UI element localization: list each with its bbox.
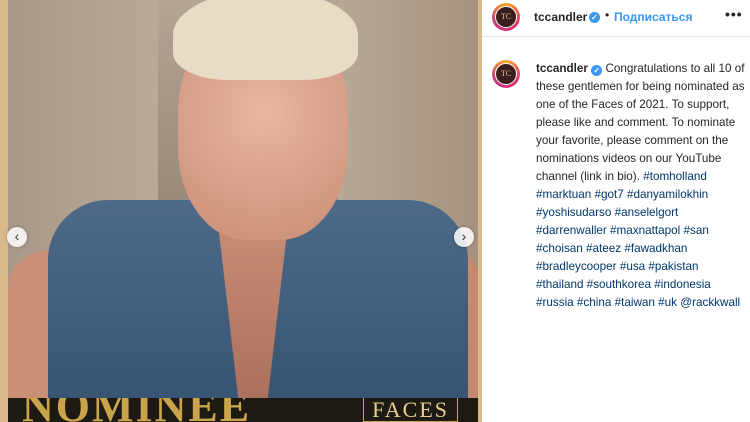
carousel-prev-button[interactable]: ‹ [7, 227, 27, 247]
caption-text: Congratulations to all 10 of these gentl… [536, 62, 745, 183]
post-media[interactable]: NOMINEE FACES ‹ › [0, 0, 482, 422]
post-header: TC tccandler ✓ • Подписаться ••• [482, 0, 750, 37]
follow-button[interactable]: Подписаться [614, 10, 692, 24]
separator-dot: • [605, 8, 610, 22]
post-photo [8, 0, 478, 422]
banner-faces-text: FACES [363, 398, 458, 422]
caption-verified-icon: ✓ [591, 65, 603, 76]
caption-text-block: tccandler ✓ Congratulations to all 10 of… [536, 60, 746, 312]
header-username[interactable]: tccandler [534, 10, 587, 24]
post-side-panel: TC tccandler ✓ • Подписаться ••• TC tcca… [482, 0, 750, 422]
nominee-banner: NOMINEE FACES [8, 398, 478, 422]
avatar-logo: TC [495, 6, 517, 28]
avatar[interactable]: TC [492, 3, 520, 31]
caption-hashtags[interactable]: #tomholland #marktuan #got7 #danyamilokh… [536, 170, 740, 309]
verified-badge-icon: ✓ [589, 12, 600, 23]
caption-avatar[interactable]: TC [492, 60, 520, 88]
caption-username[interactable]: tccandler [536, 62, 588, 75]
photo-hair [173, 0, 358, 80]
banner-nominee-text: NOMINEE [22, 398, 251, 422]
carousel-next-button[interactable]: › [454, 227, 474, 247]
more-options-icon[interactable]: ••• [725, 6, 743, 22]
caption-avatar-logo: TC [495, 63, 517, 85]
